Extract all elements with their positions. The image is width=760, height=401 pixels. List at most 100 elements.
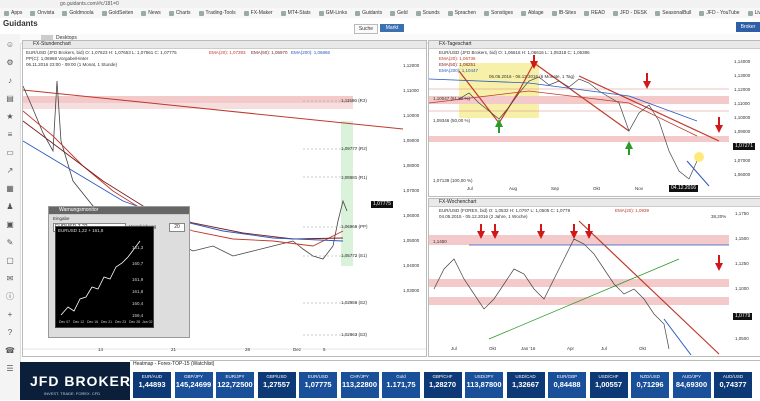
heatmap-cell[interactable]: USD/CAD 1,32667	[506, 372, 545, 398]
mini-x-tick: Dec 12	[73, 320, 85, 324]
bookmark-item[interactable]: Guidants	[351, 10, 386, 16]
heatmap-value: 113,22800	[341, 380, 378, 389]
document-icon[interactable]: ▭	[5, 148, 15, 158]
bookmark-item[interactable]: Apps	[0, 10, 26, 16]
info-icon[interactable]: ⓘ	[5, 292, 15, 302]
broker-login-button[interactable]: Broker Login	[736, 22, 760, 40]
bookmark-favicon-icon	[415, 10, 421, 16]
y-tick: 1,09000	[734, 129, 751, 134]
bookmark-item[interactable]: FX-Maker	[240, 10, 277, 16]
heatmap-value: 1,00557	[594, 380, 623, 389]
bookmark-item[interactable]: Sonstiges	[480, 10, 517, 16]
x-tick: Okt	[489, 346, 497, 351]
mini-x-tick: Dec 16	[87, 320, 99, 324]
bookmark-item[interactable]: Geld	[386, 10, 412, 16]
bookmark-favicon-icon	[613, 10, 618, 16]
heatmap-cell[interactable]: AUD/JPY 84,69300	[672, 372, 711, 398]
bookmark-item[interactable]: Sounds	[412, 10, 444, 16]
bookmark-item[interactable]: SeasonalBull	[651, 10, 695, 16]
bookmark-item[interactable]: GoldSeiten	[98, 10, 138, 16]
trend-icon[interactable]: ↗	[5, 166, 15, 176]
y-tick: 1,10000	[403, 113, 420, 118]
mini-x-tick: Dec 07	[59, 320, 71, 324]
heatmap-cell[interactable]: CHF/JPY 113,22800	[340, 372, 379, 398]
bell-icon[interactable]: ♪	[5, 76, 15, 86]
bookmark-item[interactable]: GM-Links	[315, 10, 351, 16]
lock-icon[interactable]: ▢	[5, 256, 15, 266]
heatmap-symbol: GBP/CHF	[432, 374, 453, 379]
heatmap-symbol: GBP/USD	[266, 374, 287, 379]
menu-icon[interactable]: ☰	[5, 364, 15, 374]
bookmark-item[interactable]: Ablage	[517, 10, 548, 16]
shift-input[interactable]: 20	[169, 223, 185, 232]
calendar-icon[interactable]: ▣	[5, 220, 15, 230]
heatmap-cell[interactable]: GBP/CHF 1,28270	[423, 372, 462, 398]
guidants-logo[interactable]: Guidants	[3, 19, 38, 28]
bookmark-favicon-icon	[584, 10, 590, 16]
bookmark-label: Geld	[397, 10, 408, 16]
popup-title[interactable]: Warnungsmonitor	[49, 207, 189, 215]
plus-icon[interactable]: +	[5, 310, 15, 320]
daily-chart-panel[interactable]: FX-Tageschart EUR/USD (JFD Brokers, bid)…	[428, 40, 760, 197]
bookmark-label: JFD - YouTube	[706, 10, 740, 16]
bookmark-item[interactable]: READ	[580, 10, 609, 16]
y-tick: 1,07000	[734, 158, 751, 163]
bookmark-item[interactable]: Charts	[165, 10, 195, 16]
help-icon[interactable]: ?	[5, 328, 15, 338]
mini-x-tick: Jan 02	[142, 320, 153, 324]
x-tick: Okt	[593, 186, 601, 191]
y-tick: 1,06000	[403, 213, 420, 218]
pen-icon[interactable]: ✎	[5, 238, 15, 248]
bookmark-label: News	[148, 10, 161, 16]
heatmap-cell[interactable]: EUR/GBP 0,84488	[548, 372, 586, 398]
heatmap-cell[interactable]: USD/JPY 113,87800	[465, 372, 503, 398]
mail-icon[interactable]: ✉	[5, 274, 15, 284]
url-text[interactable]: go.guidants.com/#c/181=0	[60, 0, 119, 8]
bookmark-favicon-icon	[101, 10, 107, 16]
bookmark-label: Live - YouTube	[754, 10, 760, 16]
bookmark-item[interactable]: Goldmoola	[58, 10, 97, 16]
bookmark-favicon-icon	[747, 10, 753, 16]
level-pp: 1,06969 (PP)	[341, 224, 368, 229]
market-button[interactable]: Markt	[380, 24, 404, 32]
heatmap-cell[interactable]: GBP/USD 1,27557	[257, 372, 296, 398]
bookmark-item[interactable]: Onvista	[26, 10, 58, 16]
bookmark-item[interactable]: Sprachen	[444, 10, 480, 16]
popup-instrument-label: Eingabe	[53, 216, 70, 221]
bookmark-item[interactable]: Live - YouTube	[744, 10, 760, 16]
bookmark-item[interactable]: JFD - YouTube	[695, 10, 743, 16]
heatmap-cell[interactable]: AUD/USD 0,74377	[714, 372, 752, 398]
bookmark-label: JFD - DESK	[620, 10, 648, 16]
chart-icon[interactable]: ▤	[5, 94, 15, 104]
bookmark-item[interactable]: IB-Sites	[548, 10, 581, 16]
bookmark-favicon-icon	[484, 10, 490, 16]
search-button[interactable]: Suche	[354, 24, 378, 34]
heatmap-cell[interactable]: EUR/JPY 122,72500	[216, 372, 254, 398]
bookmark-item[interactable]: Trading-Tools	[195, 10, 240, 16]
heatmap-value: 145,24699	[175, 380, 212, 389]
mini-x-tick: Dec 28	[129, 320, 141, 324]
gear-icon[interactable]: ⚙	[5, 58, 15, 68]
bookmark-item[interactable]: MT4-Stats	[277, 10, 315, 16]
star-icon[interactable]: ★	[5, 112, 15, 122]
mini-y-tick: 161,9	[132, 277, 144, 282]
x-tick: Jul	[467, 186, 473, 191]
heatmap-cell[interactable]: GBP/JPY 145,24699	[174, 372, 213, 398]
level-s1: 1,05772 (S1)	[341, 253, 368, 258]
heatmap-cell[interactable]: Gold 1.171,75	[382, 372, 420, 398]
grid-icon[interactable]: ▦	[5, 184, 15, 194]
phone-icon[interactable]: ☎	[5, 346, 15, 356]
jfd-brand-text: JFD BROKERS	[30, 373, 142, 389]
heatmap-cell[interactable]: USD/CHF 1,00557	[589, 372, 628, 398]
y-tick: 1,12000	[403, 63, 420, 68]
heatmap-cell[interactable]: NZD/USD 0,71296	[631, 372, 669, 398]
bookmark-item[interactable]: News	[137, 10, 165, 16]
avatar[interactable]: ☺	[5, 40, 15, 50]
heatmap-cell[interactable]: EUR/AUD 1,44893	[133, 372, 171, 398]
user-icon[interactable]: ♟	[5, 202, 15, 212]
heatmap-cell[interactable]: EUR/USD 1,07775	[299, 372, 337, 398]
weekly-chart-panel[interactable]: FX-Wochenchart EUR/USD (FOREX, bid) O: 1…	[428, 198, 760, 357]
y-tick: 1,1500	[735, 236, 749, 241]
bookmark-item[interactable]: JFD - DESK	[609, 10, 651, 16]
list-icon[interactable]: ≡	[5, 130, 15, 140]
